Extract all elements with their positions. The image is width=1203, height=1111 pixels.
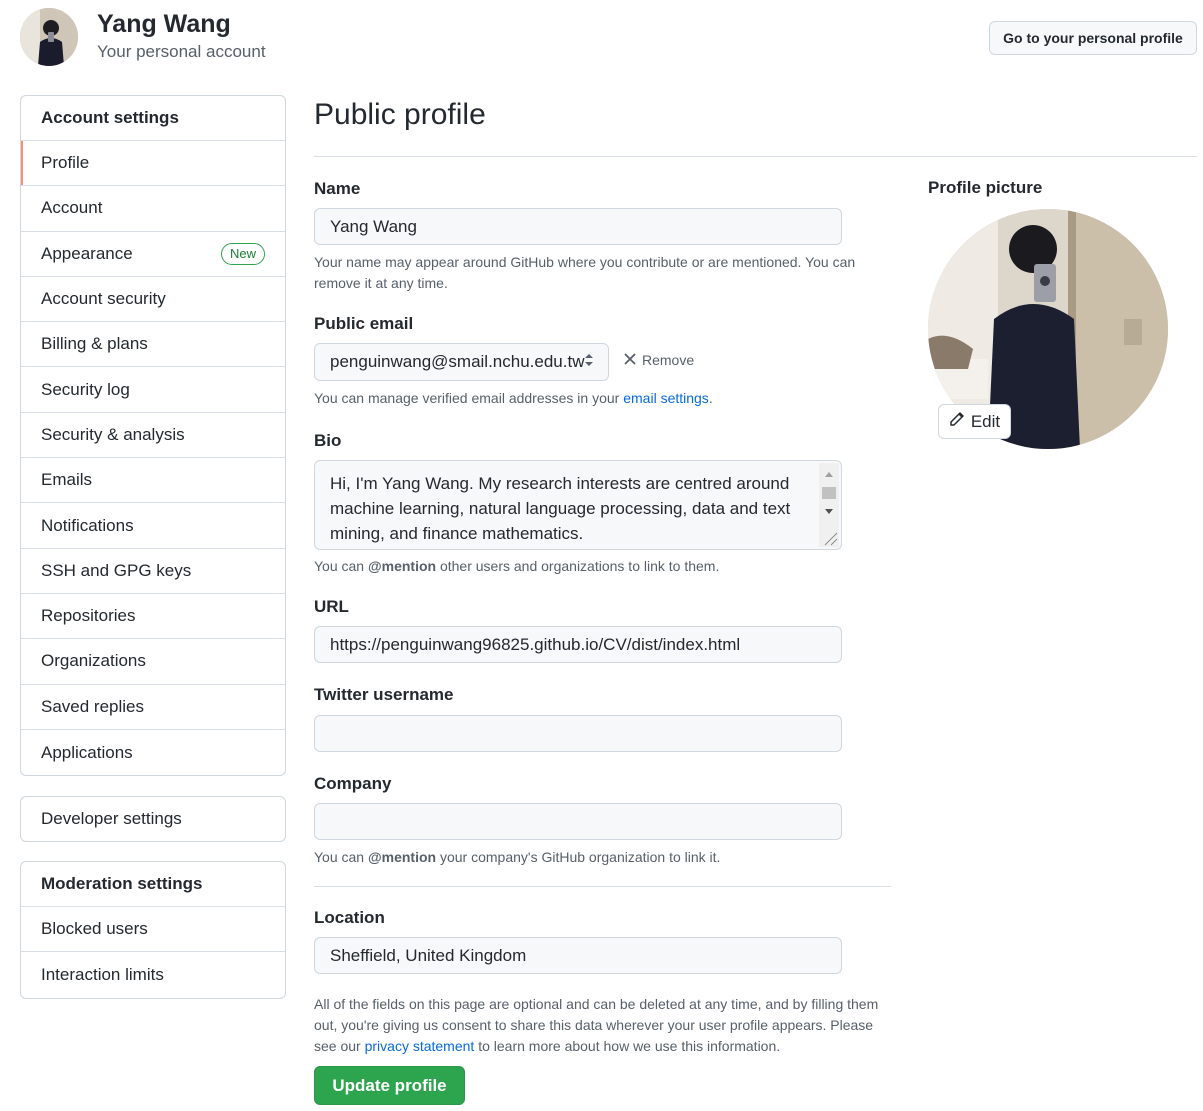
- account-name: Yang Wang: [97, 10, 231, 38]
- bio-scrollbar[interactable]: [819, 463, 839, 547]
- developer-settings-menu: Developer settings: [20, 796, 286, 842]
- sidebar-item-notifications[interactable]: Notifications: [21, 503, 285, 549]
- sidebar-item-label: Applications: [41, 742, 133, 762]
- name-label: Name: [314, 179, 361, 198]
- pencil-icon: [949, 411, 965, 432]
- sidebar-item-label: Developer settings: [41, 809, 182, 828]
- twitter-label: Twitter username: [314, 685, 454, 704]
- sidebar-item-label: Interaction limits: [41, 964, 164, 984]
- page-title: Public profile: [314, 98, 486, 131]
- location-label: Location: [314, 908, 385, 927]
- public-email-value: penguinwang@smail.nchu.edu.tw: [330, 352, 585, 371]
- profile-picture-label: Profile picture: [928, 178, 1043, 197]
- bio-text: Hi, I'm Yang Wang. My research interests…: [330, 474, 791, 543]
- sidebar-item-label: Security log: [41, 379, 130, 399]
- sidebar-item-appearance[interactable]: Appearance New: [21, 232, 285, 277]
- sidebar-item-label: Repositories: [41, 606, 136, 626]
- close-icon: [624, 352, 636, 368]
- moderation-settings-heading: Moderation settings: [21, 862, 285, 907]
- sidebar-item-label: Appearance: [41, 243, 133, 263]
- privacy-statement-link[interactable]: privacy statement: [365, 1038, 475, 1054]
- sidebar-item-saved-replies[interactable]: Saved replies: [21, 685, 285, 730]
- remove-email-button[interactable]: Remove: [624, 352, 694, 368]
- email-note-suffix: .: [708, 390, 713, 406]
- public-email-select[interactable]: penguinwang@smail.nchu.edu.tw: [314, 343, 609, 381]
- sidebar-item-emails[interactable]: Emails: [21, 458, 285, 504]
- sidebar-item-label: Account security: [41, 289, 166, 309]
- sidebar-item-ssh-gpg-keys[interactable]: SSH and GPG keys: [21, 549, 285, 594]
- public-email-label: Public email: [314, 314, 414, 333]
- url-input[interactable]: https://penguinwang96825.github.io/CV/di…: [314, 626, 842, 663]
- go-to-profile-button[interactable]: Go to your personal profile: [989, 21, 1197, 55]
- consent-suffix: to learn more about how we use this info…: [478, 1038, 781, 1054]
- url-label: URL: [314, 597, 349, 616]
- mention-text: @mention: [367, 849, 437, 865]
- company-input[interactable]: [314, 803, 842, 840]
- name-input[interactable]: Yang Wang: [314, 208, 842, 245]
- email-note: You can manage verified email addresses …: [314, 388, 713, 409]
- sidebar-item-security-log[interactable]: Security log: [21, 367, 285, 413]
- sidebar-item-interaction-limits[interactable]: Interaction limits: [21, 952, 285, 997]
- sidebar-item-label: Profile: [41, 153, 90, 173]
- bio-textarea[interactable]: Hi, I'm Yang Wang. My research interests…: [314, 460, 842, 550]
- bio-note: You can @mention other users and organiz…: [314, 556, 719, 577]
- edit-label: Edit: [970, 411, 1001, 431]
- company-note-suffix: your company's GitHub organization to li…: [439, 849, 721, 865]
- account-settings-heading: Account settings: [21, 96, 285, 141]
- account-subtitle: Your personal account: [97, 42, 266, 61]
- sidebar-item-label: Blocked users: [41, 919, 148, 939]
- sidebar-item-label: Organizations: [41, 651, 146, 671]
- sidebar-item-label: Security & analysis: [41, 424, 185, 444]
- bio-note-suffix: other users and organizations to link to…: [439, 558, 720, 574]
- sidebar-item-label: Saved replies: [41, 696, 145, 716]
- location-input[interactable]: Sheffield, United Kingdom: [314, 937, 842, 974]
- sidebar-item-label: Emails: [41, 470, 93, 490]
- sidebar-item-label: Billing & plans: [41, 334, 148, 354]
- twitter-input[interactable]: [314, 715, 842, 752]
- remove-label: Remove: [642, 352, 695, 368]
- company-note-prefix: You can: [314, 849, 365, 865]
- sidebar-item-blocked-users[interactable]: Blocked users: [21, 907, 285, 953]
- sidebar-item-label: SSH and GPG keys: [41, 560, 192, 580]
- account-settings-menu: Account settings Profile Account Appeara…: [20, 95, 286, 777]
- user-avatar[interactable]: [20, 8, 78, 66]
- company-note: You can @mention your company's GitHub o…: [314, 847, 720, 868]
- sidebar-item-label: Account: [41, 198, 103, 218]
- bio-note-prefix: You can: [314, 558, 365, 574]
- new-badge: New: [220, 242, 265, 265]
- name-note: Your name may appear around GitHub where…: [314, 254, 856, 291]
- title-divider: [314, 156, 1197, 157]
- sidebar-item-profile[interactable]: Profile: [21, 141, 285, 187]
- email-settings-link[interactable]: email settings: [623, 390, 709, 406]
- sidebar-item-repositories[interactable]: Repositories: [21, 594, 285, 640]
- sidebar-item-developer-settings[interactable]: Developer settings: [21, 797, 285, 841]
- select-arrows-icon: [584, 352, 594, 373]
- bio-label: Bio: [314, 431, 342, 450]
- sidebar-item-account-security[interactable]: Account security: [21, 277, 285, 323]
- update-profile-button[interactable]: Update profile: [314, 1066, 465, 1105]
- email-note-text: You can manage verified email addresses …: [314, 390, 620, 406]
- consent-note: All of the fields on this page are optio…: [314, 994, 884, 1057]
- sidebar-item-account[interactable]: Account: [21, 186, 285, 232]
- edit-picture-button[interactable]: Edit: [938, 404, 1011, 439]
- section-divider: [314, 886, 891, 887]
- mention-text: @mention: [367, 558, 437, 574]
- sidebar-item-label: Notifications: [41, 515, 134, 535]
- sidebar-item-security-analysis[interactable]: Security & analysis: [21, 413, 285, 459]
- sidebar-item-applications[interactable]: Applications: [21, 730, 285, 775]
- moderation-settings-menu: Moderation settings Blocked users Intera…: [20, 861, 286, 999]
- sidebar-item-organizations[interactable]: Organizations: [21, 639, 285, 685]
- company-label: Company: [314, 774, 392, 793]
- sidebar-item-billing[interactable]: Billing & plans: [21, 322, 285, 368]
